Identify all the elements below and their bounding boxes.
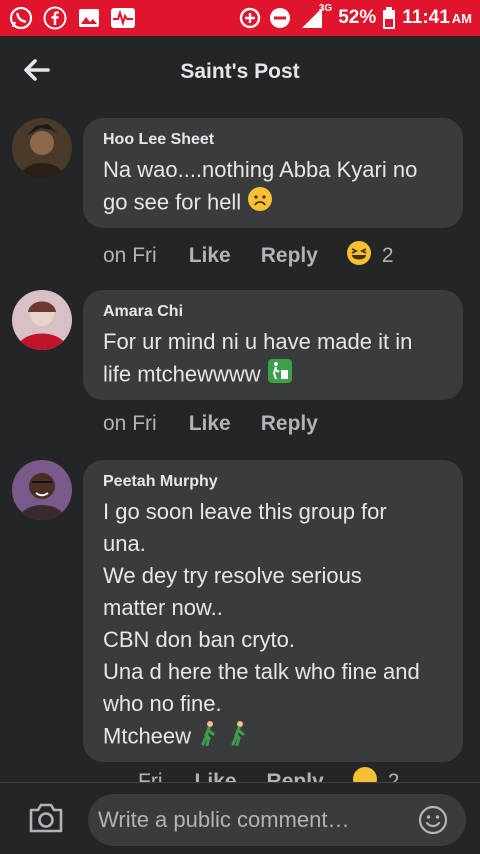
- comment-text-line: Una d here the talk who fine and: [103, 659, 420, 684]
- back-arrow-icon[interactable]: [20, 54, 52, 86]
- comment-text-line: CBN don ban cryto.: [103, 627, 295, 652]
- camera-icon[interactable]: [28, 801, 64, 835]
- facebook-icon: [42, 5, 68, 31]
- gallery-icon: [76, 5, 102, 31]
- comment-author[interactable]: Amara Chi: [103, 302, 443, 322]
- comment-text-line: Na wao....nothing Abba Kyari no: [103, 157, 418, 182]
- comment-text-line: We dey try resolve serious: [103, 563, 362, 588]
- reaction-count: 2: [381, 244, 394, 267]
- network-type: 3G: [318, 3, 333, 14]
- comment-time: on Fri: [103, 412, 157, 435]
- person-walking-icon: [227, 720, 251, 755]
- header-bar: Saint's Post: [0, 36, 480, 108]
- reply-button[interactable]: Reply: [261, 412, 318, 436]
- like-button[interactable]: Like: [189, 244, 231, 268]
- whatsapp-icon: [8, 5, 34, 31]
- do-not-disturb-icon: [268, 5, 292, 31]
- clock: 11:41 AM: [402, 7, 472, 28]
- battery-percent: 52%: [338, 7, 377, 28]
- comment-text-line: I go soon leave this group for: [103, 499, 387, 524]
- signal-icon: 3G: [298, 3, 333, 31]
- comment-actions: on Fri Like Reply: [103, 412, 348, 436]
- comment-time: on Fri: [103, 244, 157, 267]
- comment-text-line: For ur mind ni u have made it in: [103, 329, 413, 354]
- comment-text-line: life mtchewwww: [103, 358, 443, 393]
- like-button[interactable]: Like: [189, 412, 231, 436]
- frowning-face-icon: [247, 186, 273, 221]
- avatar[interactable]: [12, 118, 72, 178]
- comment-input[interactable]: [88, 794, 466, 846]
- comment-input-container[interactable]: [88, 794, 466, 846]
- reaction-summary[interactable]: 2: [346, 240, 394, 272]
- comment-bubble[interactable]: Amara Chi For ur mind ni u have made it …: [83, 290, 463, 400]
- comment-text-line: who no fine.: [103, 691, 222, 716]
- battery-icon: [382, 5, 396, 31]
- haha-reaction-icon: [346, 240, 372, 272]
- comment-text-line: go see for hell: [103, 186, 443, 221]
- comment-text-line: matter now..: [103, 595, 223, 620]
- reply-button[interactable]: Reply: [261, 244, 318, 268]
- emoji-picker-icon[interactable]: [418, 805, 448, 835]
- person-walking-icon: [197, 720, 221, 755]
- page-title: Saint's Post: [180, 60, 300, 83]
- comment-author[interactable]: Peetah Murphy: [103, 472, 443, 492]
- status-bar: 3G 52% 11:41 AM: [0, 0, 480, 36]
- avatar[interactable]: [12, 290, 72, 350]
- comment-composer: [0, 782, 480, 854]
- comment-author[interactable]: Hoo Lee Sheet: [103, 130, 443, 150]
- comment-bubble[interactable]: Hoo Lee Sheet Na wao....nothing Abba Kya…: [83, 118, 463, 228]
- avatar[interactable]: [12, 460, 72, 520]
- comment-text-line: una.: [103, 531, 146, 556]
- comment-bubble[interactable]: Peetah Murphy I go soon leave this group…: [83, 460, 463, 762]
- comment-text-line: Mtcheew: [103, 720, 443, 755]
- litter-bin-icon: [267, 358, 293, 393]
- activity-icon: [110, 5, 136, 31]
- comment-actions: on Fri Like Reply 2: [103, 240, 394, 272]
- data-saver-icon: [238, 5, 262, 31]
